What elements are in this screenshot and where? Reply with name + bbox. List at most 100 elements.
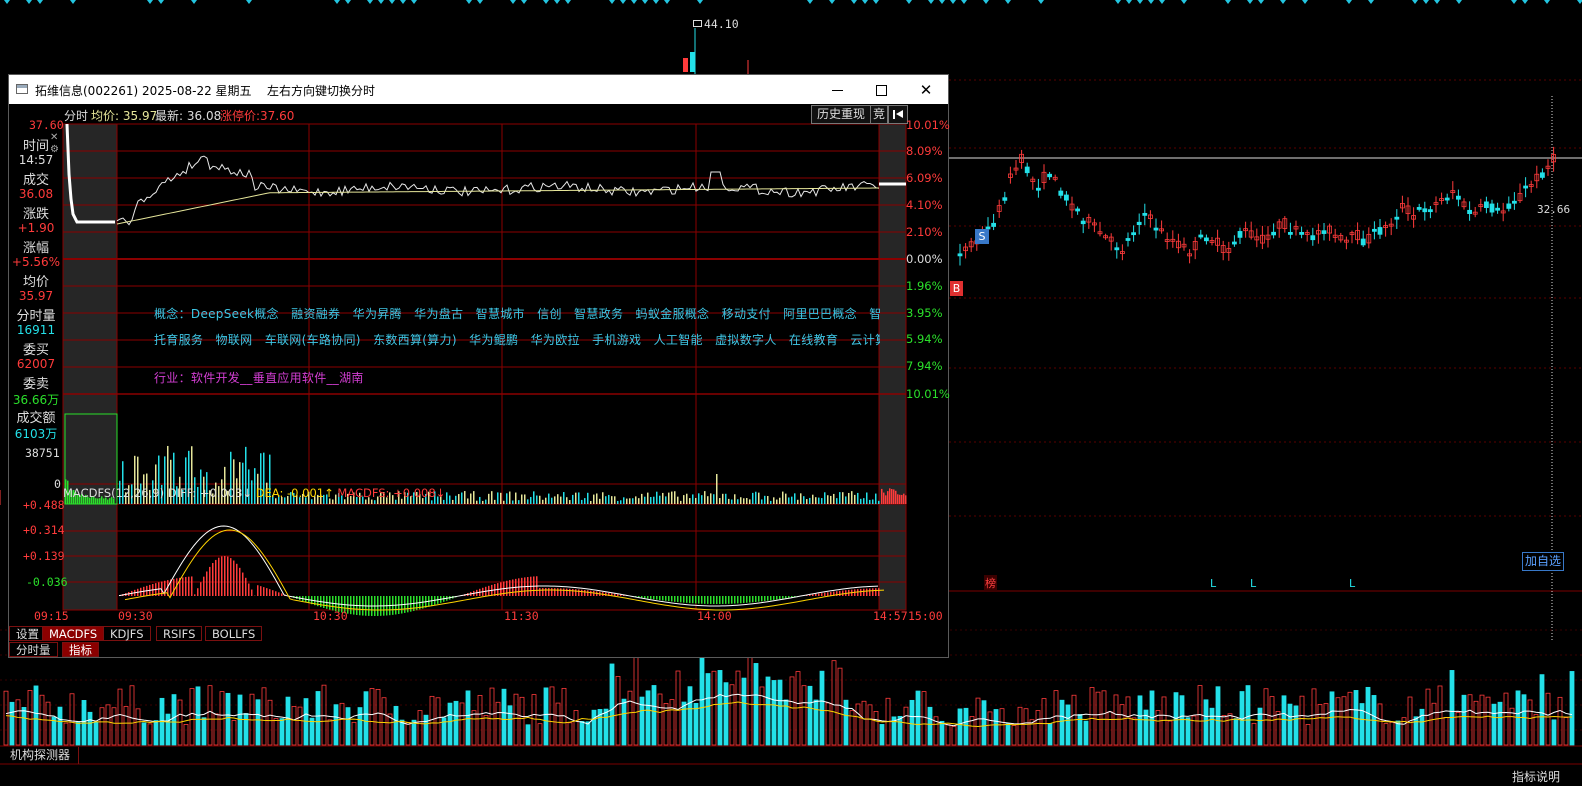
volume-bar	[395, 499, 397, 504]
pct-axis-label: 2.10%	[906, 225, 943, 239]
maximize-button[interactable]	[859, 75, 903, 104]
volume-bar	[771, 680, 777, 746]
tab-indicator[interactable]: 指标	[62, 642, 99, 657]
volume-bar	[881, 488, 883, 504]
volume-bar	[374, 500, 376, 504]
pct-axis-label: 1.96%	[906, 279, 943, 293]
volume-bar	[530, 496, 532, 504]
volume-bar	[309, 717, 315, 746]
tab-kdjfs[interactable]: KDJFS	[103, 626, 151, 641]
volume-bar	[801, 685, 807, 746]
volume-bar	[363, 691, 369, 746]
deal-value: 36.08	[18, 187, 54, 201]
volume-bar	[800, 493, 802, 504]
collapse-panel-button[interactable]	[888, 105, 908, 124]
volume-bar	[473, 491, 475, 504]
volume-bar	[872, 499, 874, 504]
history-replay-button[interactable]: 历史重现	[811, 105, 871, 124]
volume-bar	[1119, 704, 1125, 746]
volume-bar	[1125, 696, 1131, 746]
volume-bar	[677, 496, 679, 504]
intraday-chart[interactable]	[9, 104, 948, 657]
macd-bar	[266, 588, 268, 596]
macd-bar	[212, 563, 214, 596]
volume-bar	[773, 497, 775, 504]
volume-bar	[863, 498, 865, 504]
volume-bar	[75, 721, 81, 746]
top-marker-icon	[1456, 0, 1462, 4]
top-marker-icon	[664, 0, 670, 4]
volume-bar	[464, 491, 466, 504]
top-marker-icon	[1522, 0, 1528, 4]
volume-bar	[899, 494, 901, 504]
volume-bar	[689, 498, 691, 504]
volume-bar	[734, 494, 736, 504]
top-marker-icon	[829, 0, 835, 4]
volume-bar	[327, 719, 333, 746]
macd-bar	[272, 590, 274, 596]
volume-bar	[889, 488, 891, 504]
volume-bar	[183, 724, 189, 746]
skip-back-icon	[893, 110, 895, 119]
volume-bar	[207, 685, 213, 746]
popup-hint: 左右方向键切换分时	[267, 84, 376, 98]
volume-bar	[1035, 710, 1041, 746]
volume-bar	[1185, 717, 1191, 746]
macd-bar	[674, 596, 676, 602]
volume-bar	[551, 497, 553, 504]
volume-bar	[1323, 703, 1329, 746]
top-marker-icon	[1258, 0, 1264, 4]
volume-bar	[815, 497, 817, 504]
volume-bar	[651, 685, 657, 746]
macd-bar	[785, 596, 787, 599]
volume-bar	[752, 492, 754, 504]
candle	[1232, 241, 1237, 245]
pct-axis-label: 10.01%	[906, 387, 950, 401]
minimize-button[interactable]	[815, 75, 859, 104]
price-right-label: 32.66	[1537, 203, 1571, 216]
macd-bar	[185, 577, 187, 596]
macd-bar	[662, 596, 664, 601]
volume-bar	[671, 491, 673, 504]
volume-bar	[1167, 720, 1173, 746]
tab-macdfs[interactable]: MACDFS	[42, 626, 105, 641]
close-button[interactable]: ✕	[904, 75, 948, 104]
candle	[1299, 232, 1304, 235]
volume-bar	[1449, 670, 1455, 746]
auction-button[interactable]: 竞	[870, 105, 888, 124]
macd-bar	[245, 577, 247, 596]
volume-bar	[447, 702, 453, 746]
macd-bar	[236, 563, 238, 596]
volume-bar	[579, 721, 585, 746]
macd-bar	[857, 589, 859, 596]
tab-intraday-volume[interactable]: 分时量	[9, 642, 58, 657]
volume-bar	[758, 492, 760, 504]
add-watchlist-button[interactable]: 加自选	[1522, 552, 1564, 571]
price-max-marker-icon	[693, 20, 702, 27]
popup-title-bar[interactable]: 拓维信息(002261) 2025-08-22 星期五 左右方向键切换分时 ✕	[9, 75, 948, 104]
volume-bar	[1245, 685, 1251, 746]
macd-bar	[734, 596, 736, 604]
top-marker-icon	[1368, 0, 1374, 4]
skip-back-triangle	[896, 110, 903, 118]
volume-bar	[897, 715, 903, 746]
volume-bar	[1293, 705, 1299, 746]
institution-detector-tab[interactable]: 机构探测器	[8, 747, 79, 764]
tab-rsifs[interactable]: RSIFS	[156, 626, 203, 641]
volume-bar	[611, 496, 613, 504]
macd-bar	[239, 567, 241, 596]
price-line	[116, 155, 880, 226]
volume-bar	[1377, 703, 1383, 746]
volume-bar	[693, 702, 699, 746]
tab-settings[interactable]: 设置	[9, 626, 46, 641]
change-label: 涨跌	[22, 207, 49, 222]
volume-bar	[1089, 687, 1095, 746]
indicator-help-link[interactable]: 指标说明	[1512, 768, 1560, 785]
tab-bollfs[interactable]: BOLLFS	[205, 626, 263, 641]
volume-bar	[1389, 721, 1395, 746]
volume-bar	[572, 494, 574, 504]
volume-bar	[1503, 692, 1509, 746]
top-marker-icon	[158, 0, 164, 4]
macd-bar	[749, 596, 751, 603]
volume-bar	[615, 676, 621, 746]
